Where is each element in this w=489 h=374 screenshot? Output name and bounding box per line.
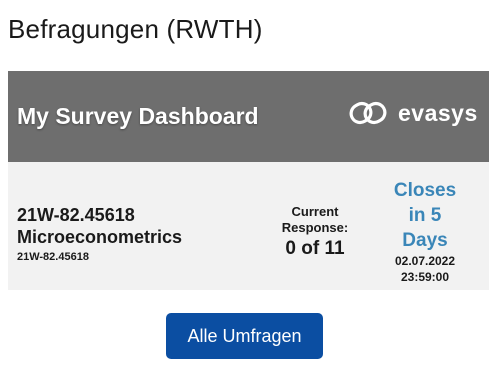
closes-line1: Closes xyxy=(393,180,457,201)
brand-name: evasys xyxy=(398,99,478,126)
dashboard-header: My Survey Dashboard evasys xyxy=(8,71,489,162)
all-surveys-button[interactable]: Alle Umfragen xyxy=(166,313,323,359)
course-code: 21W-82.45618 xyxy=(17,205,135,225)
survey-card[interactable]: 21W-82.45618 Microeconometrics 21W-82.45… xyxy=(8,162,489,290)
response-status: Current Response: 0 of 11 xyxy=(270,204,360,260)
closes-line3: Days xyxy=(402,230,448,251)
closing-info: Closes in 5 Days 02.07.2022 23:59:00 xyxy=(380,178,470,285)
course-name: Microeconometrics xyxy=(17,227,183,247)
evasys-logo-icon xyxy=(349,101,387,125)
response-label-line1: Current xyxy=(291,204,339,219)
close-date: 02.07.2022 xyxy=(394,254,456,268)
closes-line2: in 5 xyxy=(408,205,442,226)
evasys-brand: evasys xyxy=(348,98,478,128)
response-label-line2: Response: xyxy=(281,220,349,235)
response-count: 0 of 11 xyxy=(285,238,345,259)
dashboard-title: My Survey Dashboard xyxy=(17,103,259,129)
page-title: Befragungen (RWTH) xyxy=(8,14,263,44)
course-sub-code: 21W-82.45618 xyxy=(17,251,89,263)
close-time: 23:59:00 xyxy=(400,270,450,284)
